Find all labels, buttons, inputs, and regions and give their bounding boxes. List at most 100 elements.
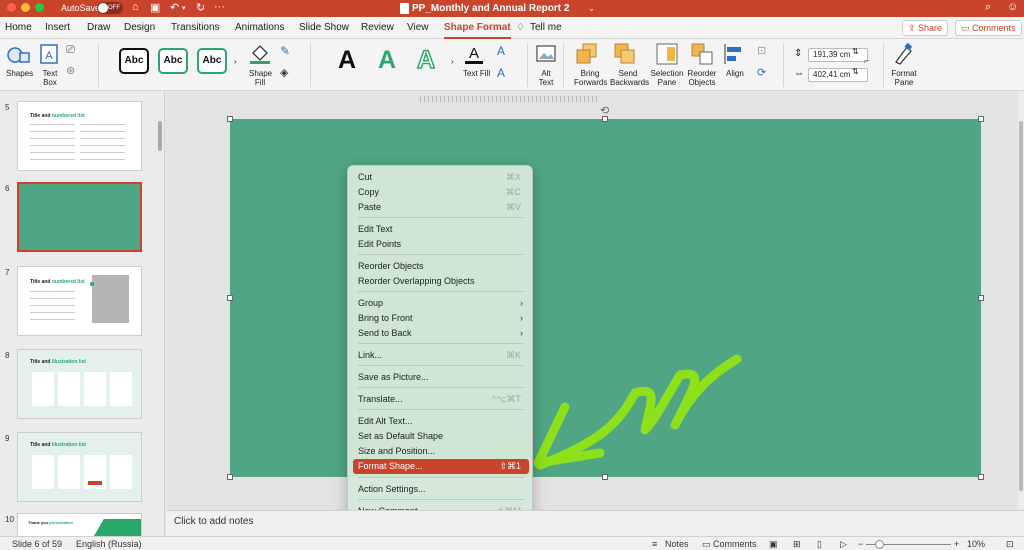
undo-dropdown-icon[interactable]: ▾ bbox=[182, 4, 186, 12]
slide-thumbnail-9[interactable]: Title and illustration list bbox=[17, 432, 142, 502]
menu-item-edit-alt-text[interactable]: Edit Alt Text... bbox=[353, 414, 529, 429]
menu-item-reorder-objects[interactable]: Reorder Objects bbox=[353, 259, 529, 274]
maximize-window-button[interactable] bbox=[35, 3, 44, 12]
autosave-toggle[interactable]: OFF bbox=[97, 2, 123, 14]
menu-item-action-settings[interactable]: Action Settings... bbox=[353, 482, 529, 497]
menu-item-translate[interactable]: Translate... ^⌥⌘T bbox=[353, 392, 529, 407]
canvas-scrollbar[interactable] bbox=[1018, 91, 1024, 510]
tab-view[interactable]: View bbox=[407, 22, 429, 33]
zoom-slider-handle[interactable] bbox=[875, 540, 884, 549]
tab-draw[interactable]: Draw bbox=[87, 22, 110, 33]
close-window-button[interactable] bbox=[7, 3, 16, 12]
text-fill-icon[interactable]: A bbox=[464, 43, 484, 65]
rotate-handle-icon[interactable]: ⟲ bbox=[600, 104, 609, 117]
height-field[interactable]: 191,39 cm bbox=[808, 48, 868, 62]
lock-aspect-icon[interactable]: ⌐ bbox=[864, 56, 870, 67]
tab-slide-show[interactable]: Slide Show bbox=[299, 22, 349, 33]
fit-to-window-icon[interactable]: ⊡ bbox=[1006, 539, 1014, 550]
wordart-style-2[interactable]: A bbox=[378, 45, 396, 75]
language-indicator[interactable]: English (Russia) bbox=[76, 539, 142, 549]
slide-thumbnail-8[interactable]: Title and illustration list bbox=[17, 349, 142, 419]
save-icon[interactable]: ▣ bbox=[150, 1, 160, 14]
wordart-style-1[interactable]: A bbox=[338, 45, 356, 75]
resize-handle-se[interactable] bbox=[978, 474, 984, 480]
send-backwards-icon[interactable] bbox=[614, 43, 636, 65]
menu-item-set-default-shape[interactable]: Set as Default Shape bbox=[353, 429, 529, 444]
shapes-icon[interactable] bbox=[6, 45, 32, 65]
resize-handle-w[interactable] bbox=[227, 295, 233, 301]
zoom-in-icon[interactable]: + bbox=[954, 539, 959, 549]
wordart-style-3[interactable]: A bbox=[416, 45, 436, 75]
slide-thumbnail-6-selected[interactable] bbox=[17, 182, 142, 252]
scrollbar-thumb[interactable] bbox=[1019, 121, 1023, 491]
resize-handle-nw[interactable] bbox=[227, 116, 233, 122]
slideshow-icon[interactable]: ▷ bbox=[840, 539, 847, 550]
selection-pane-icon[interactable] bbox=[656, 43, 678, 65]
tab-home[interactable]: Home bbox=[5, 22, 32, 33]
title-dropdown-icon[interactable]: ⌄ bbox=[588, 4, 595, 13]
text-outline-icon[interactable]: A bbox=[497, 44, 505, 58]
menu-item-paste[interactable]: Paste ⌘V bbox=[353, 200, 529, 215]
resize-handle-e[interactable] bbox=[978, 295, 984, 301]
zoom-level[interactable]: 10% bbox=[967, 539, 985, 549]
text-box-icon[interactable]: A bbox=[40, 44, 58, 64]
slide-thumbnail-5[interactable]: Title and numbered list bbox=[17, 101, 142, 171]
menu-item-copy[interactable]: Copy ⌘C bbox=[353, 185, 529, 200]
comments-icon[interactable]: ▭ bbox=[702, 539, 711, 550]
slide-sorter-icon[interactable]: ⊞ bbox=[793, 539, 801, 550]
group-icon[interactable]: ⊡ bbox=[757, 44, 766, 57]
shape-style-1[interactable]: Abc bbox=[119, 48, 149, 74]
width-stepper-icon[interactable]: ⇅ bbox=[852, 67, 859, 76]
notes-placeholder[interactable]: Click to add notes bbox=[174, 516, 254, 527]
height-stepper-icon[interactable]: ⇅ bbox=[852, 47, 859, 56]
edit-shape-icon[interactable]: ⎚ bbox=[66, 44, 75, 57]
menu-item-group[interactable]: Group › bbox=[353, 296, 529, 311]
search-icon[interactable]: ⌕ bbox=[985, 1, 991, 14]
alt-text-icon[interactable] bbox=[536, 44, 556, 64]
width-field[interactable]: 402,41 cm bbox=[808, 68, 868, 82]
reorder-objects-icon[interactable] bbox=[691, 43, 713, 65]
paint-bucket-icon[interactable] bbox=[248, 43, 272, 65]
styles-more-arrow-icon[interactable]: › bbox=[234, 57, 237, 66]
menu-item-format-shape[interactable]: Format Shape... ⇧⌘1 bbox=[353, 459, 529, 474]
tab-transitions[interactable]: Transitions bbox=[171, 22, 220, 33]
home-icon[interactable]: ⌂ bbox=[132, 1, 139, 13]
comments-button[interactable]: ▭ Comments bbox=[955, 20, 1022, 36]
menu-item-bring-to-front[interactable]: Bring to Front › bbox=[353, 311, 529, 326]
notes-button[interactable]: Notes bbox=[665, 539, 689, 549]
share-button[interactable]: ⇪ Share bbox=[902, 20, 949, 36]
merge-shapes-icon[interactable]: ⊛ bbox=[66, 64, 75, 77]
menu-item-reorder-overlapping[interactable]: Reorder Overlapping Objects bbox=[353, 274, 529, 289]
tab-insert[interactable]: Insert bbox=[45, 22, 70, 33]
format-pane-icon[interactable] bbox=[893, 43, 913, 65]
tab-animations[interactable]: Animations bbox=[235, 22, 284, 33]
menu-item-edit-points[interactable]: Edit Points bbox=[353, 237, 529, 252]
menu-item-save-as-picture[interactable]: Save as Picture... bbox=[353, 370, 529, 385]
resize-handle-sw[interactable] bbox=[227, 474, 233, 480]
tab-design[interactable]: Design bbox=[124, 22, 155, 33]
bring-forwards-icon[interactable] bbox=[576, 43, 598, 65]
wordart-more-arrow-icon[interactable]: › bbox=[451, 57, 454, 66]
zoom-out-icon[interactable]: − bbox=[858, 539, 863, 549]
menu-item-link[interactable]: Link... ⌘K bbox=[353, 348, 529, 363]
text-effects-icon[interactable]: A bbox=[497, 66, 505, 80]
slide-thumbnail-7[interactable]: Title and numbered list bbox=[17, 266, 142, 336]
minimize-window-button[interactable] bbox=[21, 3, 30, 12]
menu-item-size-and-position[interactable]: Size and Position... bbox=[353, 444, 529, 459]
shape-outline-icon[interactable]: ✎ bbox=[280, 44, 290, 58]
shape-style-2[interactable]: Abc bbox=[158, 48, 188, 74]
thumbnail-scrollbar[interactable] bbox=[158, 121, 162, 151]
menu-item-edit-text[interactable]: Edit Text bbox=[353, 222, 529, 237]
align-icon[interactable] bbox=[723, 43, 743, 65]
tab-shape-format[interactable]: Shape Format bbox=[444, 22, 511, 39]
comments-status-button[interactable]: Comments bbox=[713, 539, 757, 549]
account-icon[interactable]: ☺ bbox=[1007, 1, 1018, 13]
tab-review[interactable]: Review bbox=[361, 22, 394, 33]
menu-item-send-to-back[interactable]: Send to Back › bbox=[353, 326, 529, 341]
slide-thumbnail-10[interactable]: Thank you presentation bbox=[17, 513, 142, 537]
tell-me-search[interactable]: Tell me bbox=[530, 22, 562, 33]
notes-icon[interactable]: ≡ bbox=[652, 539, 657, 549]
undo-icon[interactable]: ↶ bbox=[170, 1, 179, 14]
notes-pane[interactable]: Click to add notes bbox=[166, 510, 1024, 536]
normal-view-icon[interactable]: ▣ bbox=[769, 539, 778, 550]
